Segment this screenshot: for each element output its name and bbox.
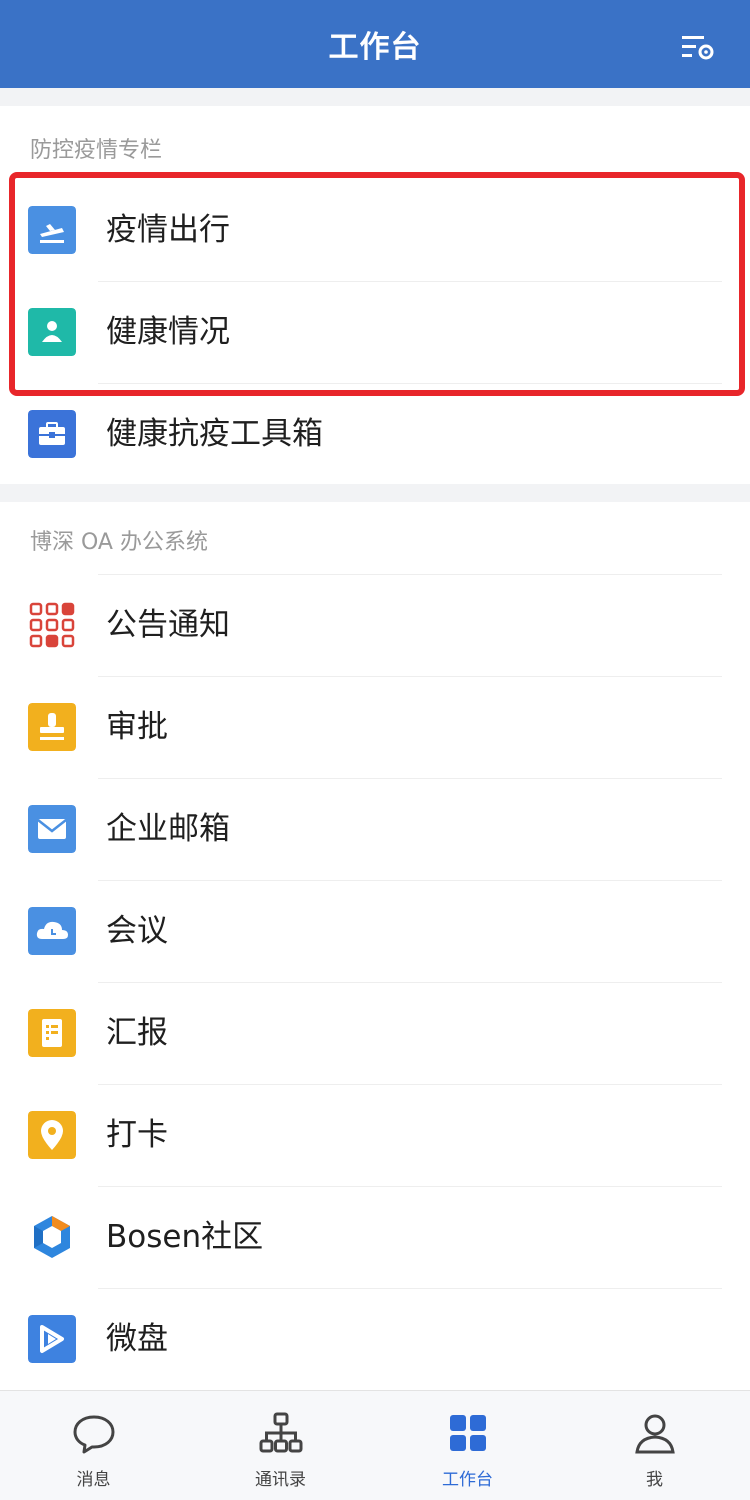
tab-label: 我 (646, 1470, 663, 1490)
filter-settings-icon[interactable] (680, 30, 716, 66)
stamp-icon (28, 703, 76, 751)
item-label: 会议 (106, 913, 168, 949)
item-label: 企业邮箱 (106, 811, 230, 847)
bosen-logo-icon (34, 1216, 70, 1258)
approval-item[interactable]: 审批 (0, 677, 750, 778)
report-item[interactable]: 汇报 (0, 983, 750, 1084)
item-label: 微盘 (106, 1321, 168, 1357)
org-chart-icon (259, 1412, 303, 1453)
grid-icon (450, 1415, 486, 1451)
user-icon (635, 1414, 675, 1454)
section-title: 防控疫情专栏 (30, 138, 163, 163)
item-label: 审批 (106, 709, 168, 745)
drive-icon (28, 1315, 76, 1363)
section-title: 博深 OA 办公系统 (30, 530, 208, 555)
tab-label: 消息 (76, 1470, 111, 1490)
notice-item[interactable]: 公告通知 (0, 575, 750, 676)
item-label: 健康抗疫工具箱 (106, 416, 323, 452)
tab-contacts[interactable]: 通讯录 (187, 1391, 374, 1500)
tab-label: 工作台 (442, 1470, 493, 1490)
item-label: 公告通知 (106, 607, 230, 643)
email-item[interactable]: 企业邮箱 (0, 779, 750, 880)
tab-messages[interactable]: 消息 (0, 1391, 187, 1500)
tab-me[interactable]: 我 (561, 1391, 748, 1500)
top-bar: 工作台 (0, 0, 750, 88)
item-label: 打卡 (106, 1117, 168, 1153)
notice-grid-icon (29, 602, 75, 648)
bosen-community-item[interactable]: Bosen社区 (0, 1187, 750, 1288)
cloud-icon (28, 907, 76, 955)
item-label: 汇报 (106, 1015, 168, 1051)
tab-workbench[interactable]: 工作台 (374, 1391, 561, 1500)
report-icon (28, 1009, 76, 1057)
bottom-tab-bar: 消息 通讯录 工作台 我 (0, 1390, 750, 1500)
toolbox-icon (28, 410, 76, 458)
chat-bubble-icon (73, 1415, 115, 1454)
meeting-item[interactable]: 会议 (0, 881, 750, 982)
page-title: 工作台 (328, 30, 422, 65)
item-label: Bosen社区 (106, 1219, 264, 1255)
checkin-item[interactable]: 打卡 (0, 1085, 750, 1186)
tab-label: 通讯录 (255, 1470, 306, 1490)
location-pin-icon (28, 1111, 76, 1159)
health-toolbox-item[interactable]: 健康抗疫工具箱 (0, 384, 750, 485)
oa-section: 博深 OA 办公系统 公告通知 审批 企业邮箱 会议 汇报 打卡 Bosen社区… (0, 502, 750, 1390)
mail-icon (28, 805, 76, 853)
highlight-box (9, 172, 745, 396)
drive-item[interactable]: 微盘 (0, 1289, 750, 1390)
